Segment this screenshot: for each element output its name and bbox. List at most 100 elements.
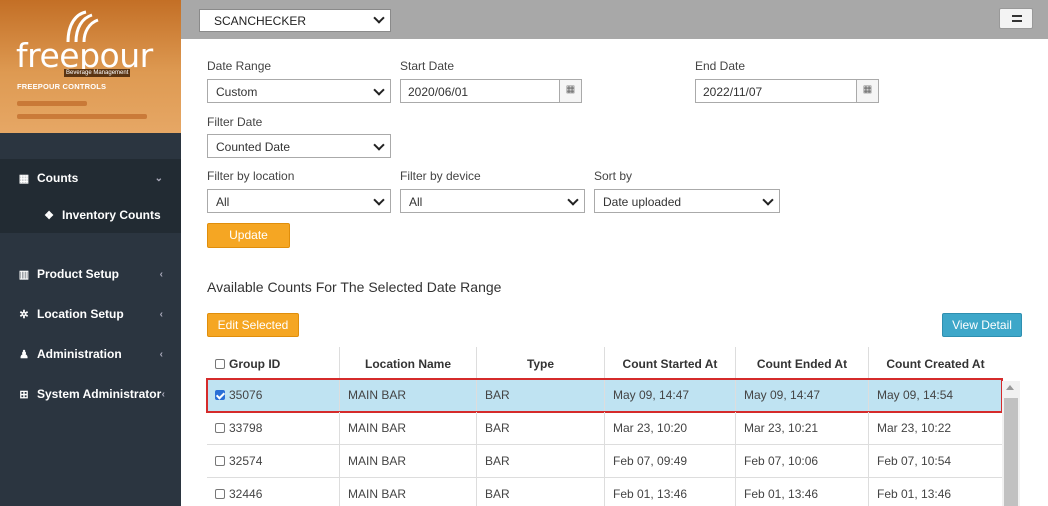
- windows-icon: ⊞: [19, 388, 29, 401]
- location-filter-select[interactable]: All: [207, 189, 391, 213]
- header-label: Group ID: [229, 356, 281, 371]
- bar-chart-icon: ▥: [18, 268, 30, 281]
- chevron-down-icon: ⌄: [154, 172, 163, 184]
- end-date-input[interactable]: 2022/11/07: [695, 79, 857, 103]
- sidebar-item-label: Inventory Counts: [62, 208, 161, 222]
- table-row[interactable]: 33798 MAIN BAR BAR Mar 23, 10:20 Mar 23,…: [207, 412, 1002, 445]
- table-header-row: Group ID Location Name Type Count Starte…: [207, 347, 1002, 380]
- blurred-text: [17, 101, 87, 106]
- date-range-label: Date Range: [207, 59, 272, 73]
- sidebar-item-counts[interactable]: ▦ Counts ⌄: [0, 159, 181, 197]
- cell-started: Feb 07, 09:49: [605, 445, 736, 477]
- date-range-value: Custom: [216, 85, 258, 99]
- row-checkbox[interactable]: [215, 423, 225, 433]
- table-row[interactable]: 32574 MAIN BAR BAR Feb 07, 09:49 Feb 07,…: [207, 445, 1002, 478]
- filter-date-label: Filter Date: [207, 115, 263, 129]
- device-filter-select[interactable]: All: [400, 189, 585, 213]
- cell-group-id: 32574: [207, 445, 340, 477]
- scroll-up-icon[interactable]: [1006, 385, 1014, 390]
- venue-select[interactable]: SCANCHECKER: [199, 9, 391, 32]
- date-range-select[interactable]: Custom: [207, 79, 391, 103]
- sidebar-item-administration[interactable]: ♟ Administration ‹: [0, 336, 181, 372]
- view-detail-button[interactable]: View Detail: [942, 313, 1022, 337]
- sort-select[interactable]: Date uploaded: [594, 189, 780, 213]
- gear-icon: ✲: [19, 308, 29, 321]
- menu-toggle-button[interactable]: [999, 8, 1033, 29]
- filter-date-select[interactable]: Counted Date: [207, 134, 391, 158]
- brand-subtitle: FREEPOUR CONTROLS: [17, 82, 107, 91]
- cell-group-id: 33798: [207, 412, 340, 444]
- blurred-text: [17, 114, 147, 119]
- cell-location: MAIN BAR: [340, 412, 477, 444]
- cell-ended: Feb 01, 13:46: [736, 478, 869, 506]
- sidebar-item-inventory-counts[interactable]: ❖ Inventory Counts: [0, 197, 181, 233]
- cell-created: Feb 07, 10:54: [877, 454, 952, 468]
- group-id: 35076: [229, 388, 263, 402]
- chevron-left-icon: ‹: [159, 308, 163, 320]
- sidebar-item-location-setup[interactable]: ✲ Location Setup ‹: [0, 296, 181, 332]
- device-filter-value: All: [409, 195, 423, 209]
- cell-type: BAR: [477, 445, 605, 477]
- row-checkbox[interactable]: [215, 456, 225, 466]
- cell-group-id: 35076: [207, 379, 340, 411]
- cell-type: BAR: [477, 379, 605, 411]
- cell-ended: May 09, 14:47: [736, 379, 869, 411]
- select-all-checkbox[interactable]: [215, 358, 225, 369]
- header-type[interactable]: Type: [477, 347, 605, 380]
- cell-location: MAIN BAR: [340, 445, 477, 477]
- cell-type: BAR: [477, 478, 605, 506]
- cell-ended: Mar 23, 10:21: [736, 412, 869, 444]
- venue-select-value: SCANCHECKER: [214, 14, 307, 28]
- edit-selected-button[interactable]: Edit Selected: [207, 313, 299, 337]
- header-location-name[interactable]: Location Name: [340, 347, 477, 380]
- filter-date-value: Counted Date: [216, 140, 291, 154]
- table-row[interactable]: 32446 MAIN BAR BAR Feb 01, 13:46 Feb 01,…: [207, 478, 1002, 506]
- location-filter-label: Filter by location: [207, 169, 295, 183]
- sidebar-item-label: System Administrator: [37, 387, 162, 401]
- logo-area: freepour Beverage Management FREEPOUR CO…: [0, 0, 181, 133]
- header-count-started[interactable]: Count Started At: [605, 347, 736, 380]
- cell-started: May 09, 14:47: [605, 379, 736, 411]
- cell-created: Mar 23, 10:22: [877, 421, 952, 435]
- sidebar-item-label: Administration: [37, 347, 122, 361]
- brand-tagline: Beverage Management: [64, 69, 131, 77]
- menu-icon: [1012, 15, 1022, 22]
- cell-started: Feb 01, 13:46: [605, 478, 736, 506]
- sidebar-item-product-setup[interactable]: ▥ Product Setup ‹: [0, 256, 181, 292]
- section-title: Available Counts For The Selected Date R…: [207, 279, 502, 295]
- chevron-down-icon: [373, 12, 385, 24]
- cell-ended: Feb 07, 10:06: [736, 445, 869, 477]
- table-icon: ▦: [18, 172, 30, 185]
- cell-location: MAIN BAR: [340, 478, 477, 506]
- cell-type: BAR: [477, 412, 605, 444]
- header-count-ended[interactable]: Count Ended At: [736, 347, 869, 380]
- device-filter-label: Filter by device: [400, 169, 481, 183]
- start-date-label: Start Date: [400, 59, 455, 73]
- chevron-down-icon: [373, 194, 385, 206]
- sidebar-item-system-administrator[interactable]: ⊞ System Administrator ‹: [0, 376, 181, 412]
- row-checkbox[interactable]: [215, 390, 225, 400]
- update-button[interactable]: Update: [207, 223, 290, 248]
- table-row[interactable]: 35076 MAIN BAR BAR May 09, 14:47 May 09,…: [206, 378, 1003, 413]
- chevron-left-icon: ‹: [161, 388, 165, 400]
- cell-location: MAIN BAR: [340, 379, 477, 411]
- scrollbar-thumb[interactable]: [1004, 398, 1018, 506]
- chevron-down-icon: [373, 139, 385, 151]
- group-id: 33798: [229, 421, 263, 435]
- sidebar: freepour Beverage Management FREEPOUR CO…: [0, 0, 181, 506]
- header-count-created[interactable]: Count Created At: [869, 347, 1002, 380]
- chevron-down-icon: [373, 84, 385, 96]
- calendar-icon[interactable]: ▦: [857, 79, 879, 103]
- header-group-id[interactable]: Group ID: [207, 347, 340, 380]
- chevron-left-icon: ‹: [159, 348, 163, 360]
- top-bar: SCANCHECKER: [181, 0, 1048, 39]
- calendar-icon[interactable]: ▦: [560, 79, 582, 103]
- user-icon: ♟: [19, 348, 29, 361]
- row-checkbox[interactable]: [215, 489, 225, 499]
- cell-group-id: 32446: [207, 478, 340, 506]
- end-date-label: End Date: [695, 59, 746, 73]
- chevron-down-icon: [567, 194, 579, 206]
- start-date-input[interactable]: 2020/06/01: [400, 79, 560, 103]
- cell-started: Mar 23, 10:20: [605, 412, 736, 444]
- sort-value: Date uploaded: [603, 195, 682, 209]
